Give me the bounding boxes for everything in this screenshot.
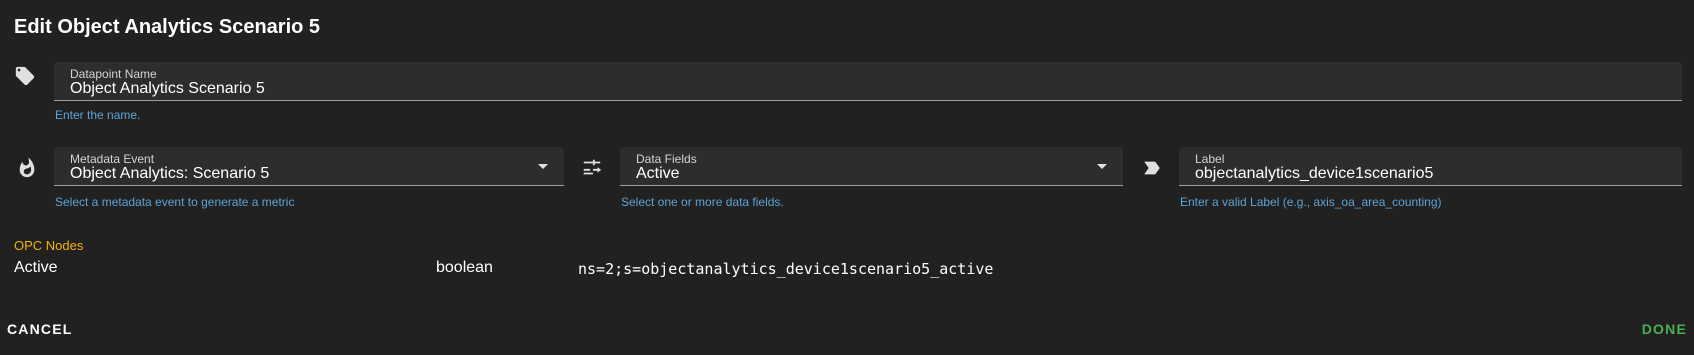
chevron-down-icon[interactable]: [538, 164, 548, 169]
datapoint-name-label: Datapoint Name: [70, 67, 157, 81]
label-field-value[interactable]: objectanalytics_device1scenario5: [1195, 165, 1433, 183]
metadata-event-value: Object Analytics: Scenario 5: [70, 165, 270, 182]
opc-nodes-title: OPC Nodes: [14, 238, 84, 253]
datapoint-name-value[interactable]: Object Analytics Scenario 5: [70, 80, 265, 98]
datapoint-name-field[interactable]: Datapoint Name Object Analytics Scenario…: [54, 62, 1682, 101]
metadata-event-select[interactable]: Metadata Event Object Analytics: Scenari…: [54, 147, 564, 186]
data-fields-value: Active: [636, 165, 680, 182]
data-fields-icon: [580, 156, 604, 180]
data-fields-label: Data Fields: [636, 152, 697, 166]
tag-icon: [13, 64, 37, 88]
dialog-title: Edit Object Analytics Scenario 5: [14, 16, 321, 38]
cancel-button[interactable]: CANCEL: [7, 321, 73, 337]
datapoint-name-hint: Enter the name.: [55, 108, 141, 122]
opc-node-name: Active: [14, 259, 58, 276]
label-field-hint: Enter a valid Label (e.g., axis_oa_area_…: [1180, 195, 1442, 209]
data-fields-select[interactable]: Data Fields Active: [620, 147, 1123, 186]
label-field[interactable]: Label objectanalytics_device1scenario5: [1179, 147, 1682, 186]
chevron-down-icon[interactable]: [1097, 164, 1107, 169]
fire-icon: [15, 156, 39, 180]
done-button[interactable]: DONE: [1642, 321, 1687, 337]
label-icon: [1140, 156, 1164, 180]
label-field-label: Label: [1195, 152, 1225, 166]
metadata-event-label: Metadata Event: [70, 152, 155, 166]
data-fields-hint: Select one or more data fields.: [621, 195, 784, 209]
opc-node-id: ns=2;s=objectanalytics_device1scenario5_…: [578, 260, 994, 278]
opc-node-type: boolean: [436, 259, 493, 276]
metadata-event-hint: Select a metadata event to generate a me…: [55, 195, 295, 209]
